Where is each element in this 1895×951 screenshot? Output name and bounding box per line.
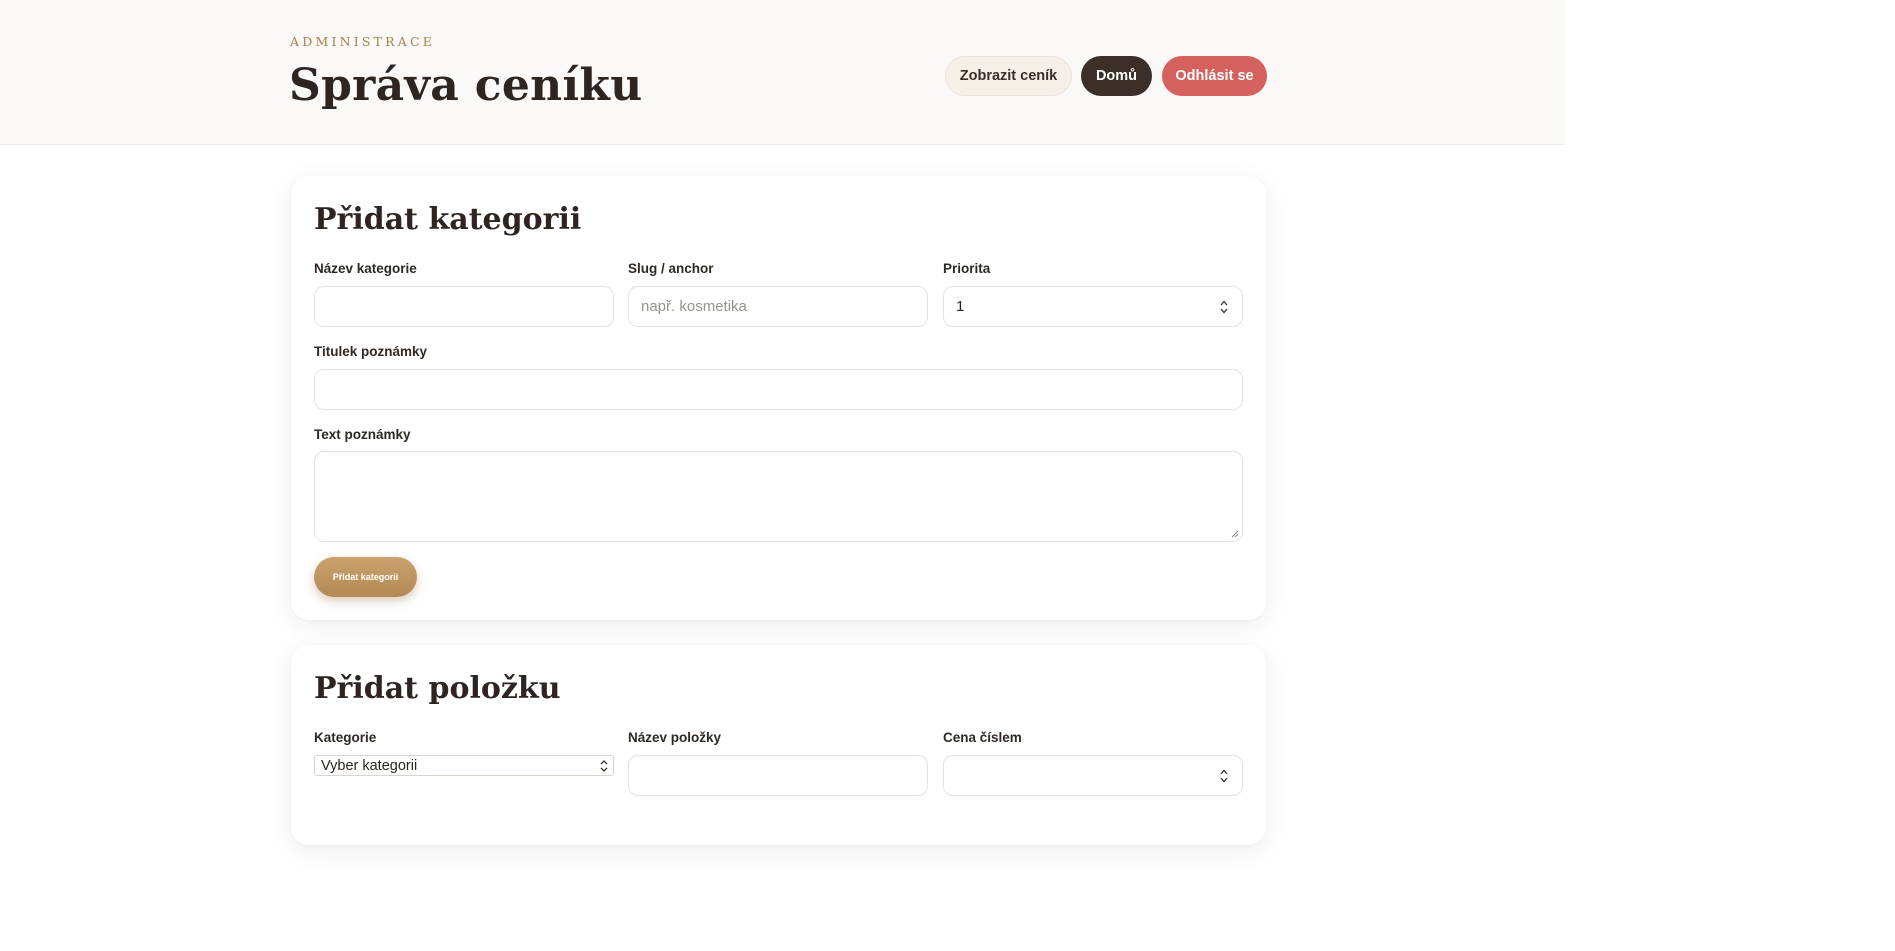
add-category-card: Přidat kategorii Název kategorie Slug / … <box>291 176 1266 620</box>
note-text-label: Text poznámky <box>314 427 411 442</box>
priority-value: 1 <box>956 298 965 315</box>
note-title-input[interactable] <box>314 369 1243 410</box>
item-name-label: Název položky <box>628 730 722 745</box>
item-price-input[interactable] <box>943 755 1243 796</box>
page-title: Správa ceníku <box>289 60 643 111</box>
item-price-label: Cena číslem <box>943 730 1022 745</box>
section-eyebrow: ADMINISTRACE <box>290 34 436 49</box>
category-name-label: Název kategorie <box>314 261 417 276</box>
item-category-label: Kategorie <box>314 730 377 745</box>
priority-label: Priorita <box>943 261 991 276</box>
page-header: ADMINISTRACE Správa ceníku Zobrazit cení… <box>0 0 1565 145</box>
add-category-button[interactable]: Přidat kategorii <box>314 557 417 597</box>
number-spinner-icon[interactable] <box>1220 299 1228 315</box>
number-spinner-icon[interactable] <box>1220 768 1228 784</box>
category-name-input[interactable] <box>314 286 614 327</box>
priority-input[interactable]: 1 <box>943 286 1243 327</box>
add-category-title: Přidat kategorii <box>314 202 582 237</box>
item-category-selected: Vyber kategorii <box>321 757 418 774</box>
add-item-title: Přidat položku <box>314 671 561 706</box>
note-text-textarea[interactable] <box>314 451 1243 542</box>
item-name-input[interactable] <box>628 755 928 796</box>
logout-button[interactable]: Odhlásit se <box>1162 56 1267 96</box>
view-pricelist-button[interactable]: Zobrazit ceník <box>945 56 1072 96</box>
select-arrows-icon <box>600 760 608 772</box>
note-title-label: Titulek poznámky <box>314 344 428 359</box>
slug-label: Slug / anchor <box>628 261 714 276</box>
item-category-select[interactable]: Vyber kategorii <box>314 755 614 776</box>
add-item-card: Přidat položku Kategorie Vyber kategorii… <box>291 645 1266 845</box>
slug-placeholder: např. kosmetika <box>641 298 747 315</box>
home-button[interactable]: Domů <box>1081 56 1152 96</box>
slug-input[interactable]: např. kosmetika <box>628 286 928 327</box>
resize-grip-icon[interactable] <box>1231 530 1239 538</box>
